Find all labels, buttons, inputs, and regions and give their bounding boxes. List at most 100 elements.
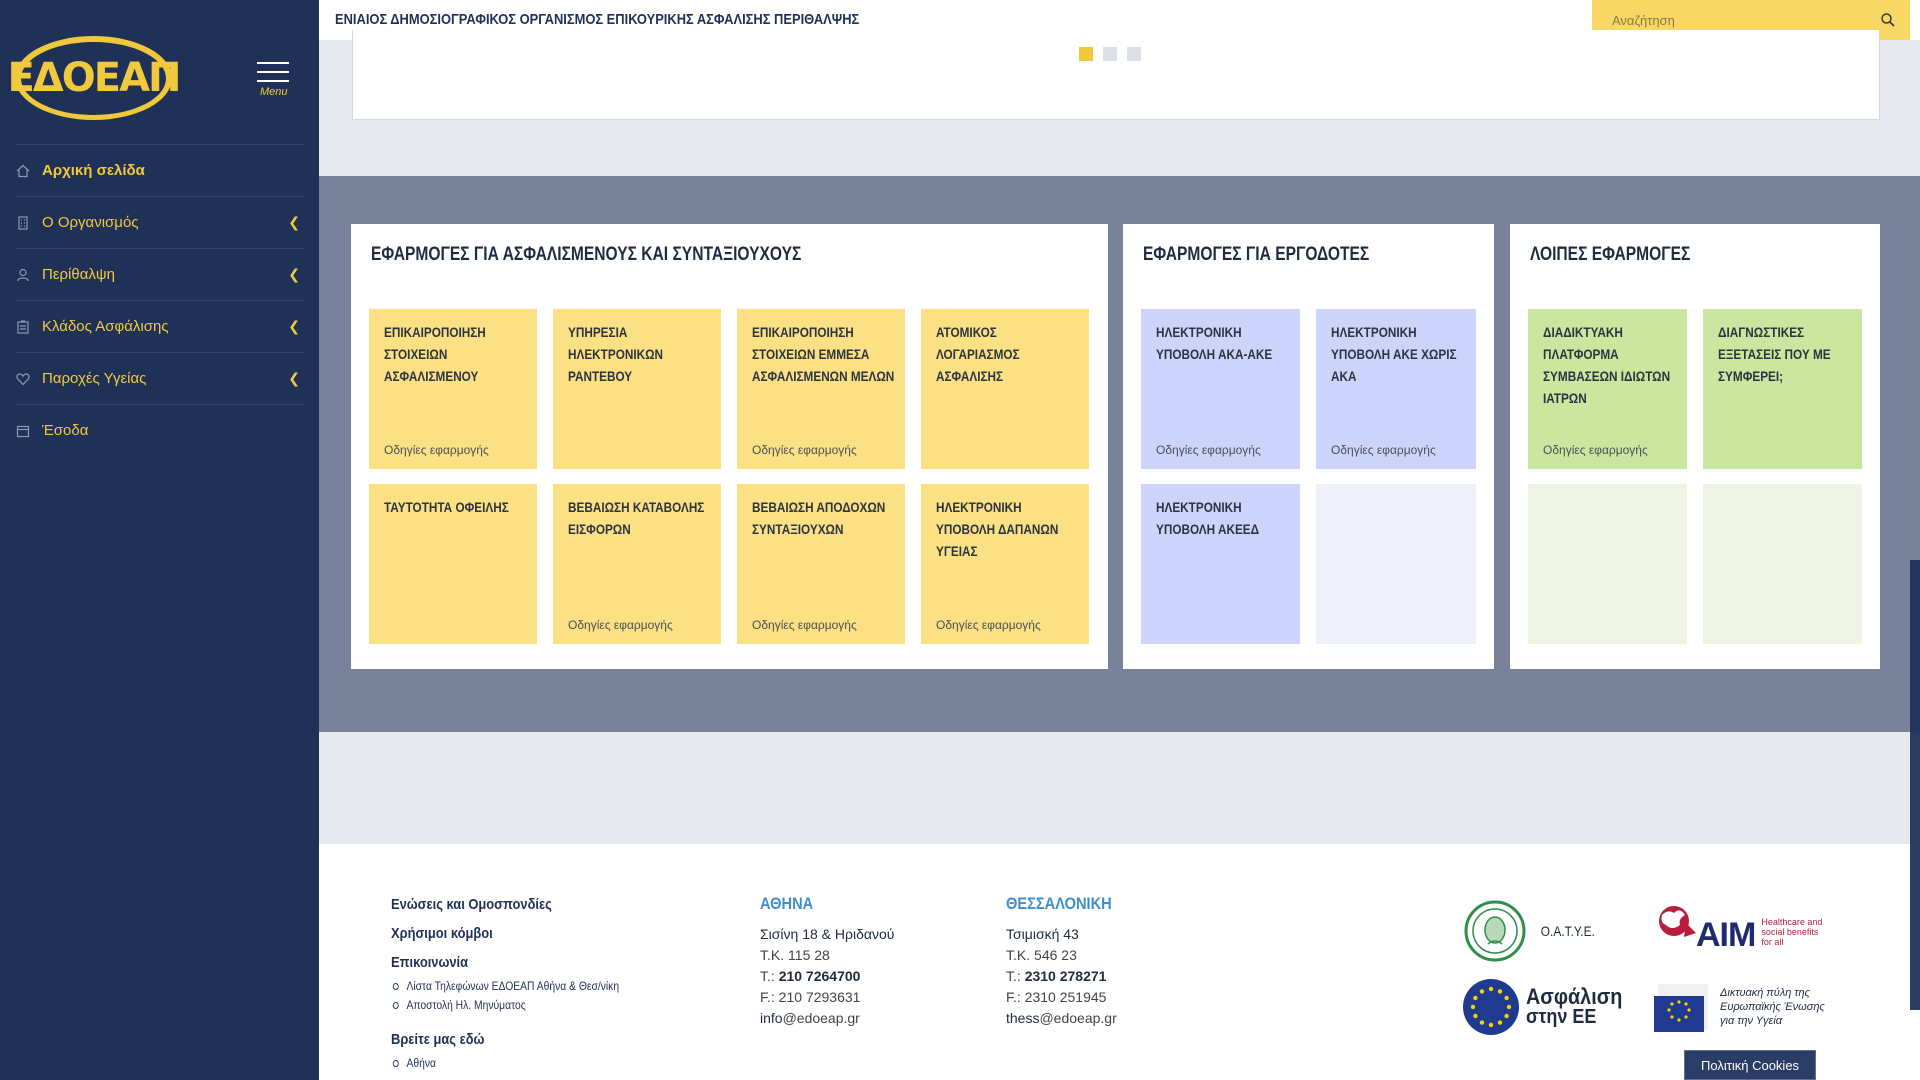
eu-health-portal-link[interactable]: Δικτυακή πύλη της Ευρωπαϊκής Ένωσης για … bbox=[1654, 980, 1825, 1034]
city-title: ΘΕΣΣΑΛΟΝΙΚΗ bbox=[1006, 894, 1112, 913]
sidebar-item-care[interactable]: Περίθαλψη ❮ bbox=[16, 248, 304, 300]
menu-label: Menu bbox=[260, 86, 288, 98]
eu-insurance-line: στην ΕΕ bbox=[1526, 1006, 1597, 1028]
aim-partner-link[interactable]: AIM Healthcare and social benefits for a… bbox=[1654, 898, 1822, 955]
slider-dot[interactable] bbox=[1127, 47, 1141, 61]
app-tile[interactable]: ΕΠΙΚΑΙΡΟΠΟΙΗΣΗ ΣΤΟΙΧΕΙΩΝ ΑΣΦΑΛΙΣΜΕΝΟΥ Οδ… bbox=[369, 309, 537, 469]
app-tile[interactable]: ΔΙΑΔΙΚΤΥΑΚΗ ΠΛΑΤΦΟΡΜΑ ΣΥΜΒΑΣΕΩΝ ΙΔΙΩΤΩΝ … bbox=[1528, 309, 1687, 469]
page-scrollbar[interactable] bbox=[1910, 560, 1920, 1010]
sidebar-item-label: Κλάδος Ασφάλισης bbox=[42, 318, 169, 335]
employers-apps-panel: ΕΦΑΡΜΟΓΕΣ ΓΙΑ ΕΡΓΟΔΟΤΕΣ ΗΛΕΚΤΡΟΝΙΚΗ ΥΠΟΒ… bbox=[1123, 224, 1494, 669]
tile-instructions-link[interactable]: Οδηγίες εφαρμογής bbox=[384, 443, 489, 457]
phone: Τ.: 2310 278271 bbox=[1006, 966, 1129, 987]
tile-instructions-link[interactable]: Οδηγίες εφαρμογής bbox=[752, 618, 857, 632]
footer-link-find-us[interactable]: Βρείτε μας εδώ bbox=[391, 1031, 619, 1048]
eu-insurance-label: Ασφάλιση στην ΕΕ bbox=[1526, 984, 1623, 1028]
app-tile[interactable]: ΔΙΑΓΝΩΣΤΙΚΕΣ ΕΞΕΤΑΣΕΙΣ ΠΟΥ ΜΕ ΣΥΜΦΕΡΕΙ; bbox=[1703, 309, 1862, 469]
tk-prefix: Τ.Κ. bbox=[1006, 947, 1035, 963]
sidebar-item-organization[interactable]: Ο Οργανισμός ❮ bbox=[16, 196, 304, 248]
sidebar-item-label: Περίθαλψη bbox=[42, 266, 115, 283]
sidebar-item-label: Παροχές Υγείας bbox=[42, 370, 147, 387]
oatye-label: Ο.Α.Τ.Υ.Ε. bbox=[1540, 923, 1595, 939]
thessaloniki-contact: ΘΕΣΣΑΛΟΝΙΚΗ Τσιμισκή 43 Τ.Κ. 546 23 Τ.: … bbox=[1006, 894, 1129, 1029]
cookies-policy-button[interactable]: Πολιτική Cookies bbox=[1684, 1050, 1816, 1080]
phone: Τ.: 210 7264700 bbox=[760, 966, 894, 987]
app-tile[interactable]: ΗΛΕΚΤΡΟΝΙΚΗ ΥΠΟΒΟΛΗ ΑΚΑ-ΑΚΕ Οδηγίες εφαρ… bbox=[1141, 309, 1300, 469]
app-tile[interactable]: ΗΛΕΚΤΡΟΝΙΚΗ ΥΠΟΒΟΛΗ ΑΚΕΕΔ bbox=[1141, 484, 1300, 644]
aim-tagline: Healthcare and social benefits for all bbox=[1761, 917, 1822, 947]
email-user: thess bbox=[1006, 1010, 1040, 1026]
other-apps-panel: ΛΟΙΠΕΣ ΕΦΑΡΜΟΓΕΣ ΔΙΑΔΙΚΤΥΑΚΗ ΠΛΑΤΦΟΡΜΑ Σ… bbox=[1510, 224, 1880, 669]
aim-tagline-line: for all bbox=[1761, 936, 1784, 947]
search-icon[interactable] bbox=[1880, 12, 1896, 28]
tile-title: ΑΤΟΜΙΚΟΣ ΛΟΓΑΡΙΑΣΜΟΣ ΑΣΦΑΛΙΣΗΣ bbox=[936, 324, 1020, 384]
sidebar-item-revenue[interactable]: Έσοδα bbox=[16, 404, 304, 456]
sidebar-item-home[interactable]: Αρχική σελίδα bbox=[16, 144, 304, 196]
sidebar-nav: Αρχική σελίδα Ο Οργανισμός ❮ Περίθαλψη ❮… bbox=[16, 144, 304, 456]
app-tile[interactable]: ΤΑΥΤΟΤΗΤΑ ΟΦΕΙΛΗΣ bbox=[369, 484, 537, 644]
heart-icon bbox=[16, 372, 40, 386]
hamburger-icon bbox=[257, 62, 289, 64]
footer-link-phone-list[interactable]: Λίστα Τηλεφώνων ΕΔΟΕΑΠ Αθήνα & Θεσ/νίκη bbox=[391, 977, 619, 996]
sidebar-item-health-benefits[interactable]: Παροχές Υγείας ❮ bbox=[16, 352, 304, 404]
calendar-icon bbox=[16, 424, 40, 438]
tk-value: 115 28 bbox=[788, 947, 830, 963]
app-tile[interactable]: ΗΛΕΚΤΡΟΝΙΚΗ ΥΠΟΒΟΛΗ ΑΚΕ ΧΩΡΙΣ ΑΚΑ Οδηγίε… bbox=[1316, 309, 1476, 469]
slider-dots bbox=[1079, 47, 1141, 61]
fax-prefix: F.: bbox=[1006, 989, 1025, 1005]
tile-instructions-link[interactable]: Οδηγίες εφαρμογής bbox=[752, 443, 857, 457]
footer-link-send-message[interactable]: Αποστολή Ηλ. Μηνύματος bbox=[391, 996, 619, 1015]
chevron-left-icon: ❮ bbox=[288, 266, 300, 282]
app-tile[interactable]: ΕΠΙΚΑΙΡΟΠΟΙΗΣΗ ΣΤΟΙΧΕΙΩΝ ΕΜΜΕΣΑ ΑΣΦΑΛΙΣΜ… bbox=[737, 309, 905, 469]
app-tile[interactable]: ΒΕΒΑΙΩΣΗ ΑΠΟΔΟΧΩΝ ΣΥΝΤΑΞΙΟΥΧΩΝ Οδηγίες ε… bbox=[737, 484, 905, 644]
panel-title: ΛΟΙΠΕΣ ΕΦΑΡΜΟΓΕΣ bbox=[1530, 244, 1691, 265]
tel-prefix: Τ.: bbox=[1006, 968, 1025, 984]
fax-prefix: F.: bbox=[760, 989, 779, 1005]
logo-text: ΕΔΟΕΑΠ bbox=[7, 55, 181, 101]
app-tile[interactable]: ΒΕΒΑΙΩΣΗ ΚΑΤΑΒΟΛΗΣ ΕΙΣΦΟΡΩΝ Οδηγίες εφαρ… bbox=[553, 484, 721, 644]
footer-link-athens[interactable]: Αθήνα bbox=[391, 1054, 619, 1073]
app-tile[interactable]: ΥΠΗΡΕΣΙΑ ΗΛΕΚΤΡΟΝΙΚΩΝ ΡΑΝΤΕΒΟΥ bbox=[553, 309, 721, 469]
app-tile[interactable]: ΗΛΕΚΤΡΟΝΙΚΗ ΥΠΟΒΟΛΗ ΔΑΠΑΝΩΝ ΥΓΕΙΑΣ Οδηγί… bbox=[921, 484, 1089, 644]
app-tile[interactable]: ΑΤΟΜΙΚΟΣ ΛΟΓΑΡΙΑΣΜΟΣ ΑΣΦΑΛΙΣΗΣ bbox=[921, 309, 1089, 469]
tel-value[interactable]: 210 7264700 bbox=[779, 968, 861, 984]
slider-card bbox=[352, 30, 1880, 120]
user-icon bbox=[16, 268, 40, 282]
tile-title: ΤΑΥΤΟΤΗΤΑ ΟΦΕΙΛΗΣ bbox=[384, 499, 509, 515]
fax-value: 210 7293631 bbox=[778, 989, 861, 1005]
fax: F.: 210 7293631 bbox=[760, 987, 894, 1008]
sidebar-item-insurance[interactable]: Κλάδος Ασφάλισης ❮ bbox=[16, 300, 304, 352]
tk-prefix: Τ.Κ. bbox=[760, 947, 789, 963]
tile-title: ΒΕΒΑΙΩΣΗ ΚΑΤΑΒΟΛΗΣ ΕΙΣΦΟΡΩΝ bbox=[568, 499, 705, 537]
footer-link-contact[interactable]: Επικοινωνία bbox=[391, 954, 619, 971]
oatye-partner-link[interactable]: Ο.Α.Τ.Υ.Ε. bbox=[1464, 900, 1600, 962]
panel-title: ΕΦΑΡΜΟΓΕΣ ΓΙΑ ΑΣΦΑΛΙΣΜΕΝΟΥΣ ΚΑΙ ΣΥΝΤΑΞΙΟ… bbox=[371, 244, 802, 265]
insured-apps-panel: ΕΦΑΡΜΟΓΕΣ ΓΙΑ ΑΣΦΑΛΙΣΜΕΝΟΥΣ ΚΑΙ ΣΥΝΤΑΞΙΟ… bbox=[351, 224, 1108, 669]
tile-instructions-link[interactable]: Οδηγίες εφαρμογής bbox=[568, 618, 673, 632]
tile-instructions-link[interactable]: Οδηγίες εφαρμογής bbox=[1331, 443, 1436, 457]
tile-title: ΥΠΗΡΕΣΙΑ ΗΛΕΚΤΡΟΝΙΚΩΝ ΡΑΝΤΕΒΟΥ bbox=[568, 324, 664, 384]
edoeap-logo[interactable]: ΕΔΟΕΑΠ bbox=[7, 36, 182, 120]
footer-link-unions[interactable]: Ενώσεις και Ομοσπονδίες bbox=[391, 896, 619, 913]
tile-instructions-link[interactable]: Οδηγίες εφαρμογής bbox=[936, 618, 1041, 632]
footer: Ενώσεις και Ομοσπονδίες Χρήσιμοι κόμβοι … bbox=[319, 844, 1920, 1080]
city-title: ΑΘΗΝΑ bbox=[760, 894, 814, 913]
slider-dot[interactable] bbox=[1079, 47, 1093, 61]
tel-value[interactable]: 2310 278271 bbox=[1025, 968, 1107, 984]
email-link[interactable]: thess@edoeap.gr bbox=[1006, 1008, 1129, 1029]
eu-insurance-partner-link[interactable]: Ασφάλιση στην ΕΕ bbox=[1462, 978, 1633, 1036]
eu-insurance-line: Ασφάλιση bbox=[1526, 984, 1623, 1009]
sidebar: ΕΔΟΕΑΠ Menu Αρχική σελίδα Ο Οργανισμός ❮… bbox=[0, 0, 319, 1080]
hamburger-icon-bar bbox=[257, 71, 289, 73]
menu-toggle-button[interactable]: Menu bbox=[257, 62, 293, 102]
aim-tagline-line: Healthcare and bbox=[1761, 916, 1823, 927]
eu-stars-icon bbox=[1463, 979, 1519, 1035]
tile-instructions-link[interactable]: Οδηγίες εφαρμογής bbox=[1543, 443, 1648, 457]
search-input[interactable] bbox=[1592, 12, 1852, 28]
tile-title: ΔΙΑΔΙΚΤΥΑΚΗ ΠΛΑΤΦΟΡΜΑ ΣΥΜΒΑΣΕΩΝ ΙΔΙΩΤΩΝ … bbox=[1543, 324, 1671, 406]
slider-dot[interactable] bbox=[1103, 47, 1117, 61]
tile-instructions-link[interactable]: Οδηγίες εφαρμογής bbox=[1156, 443, 1261, 457]
email-link[interactable]: info@edoeap.gr bbox=[760, 1008, 894, 1029]
tile-title: ΗΛΕΚΤΡΟΝΙΚΗ ΥΠΟΒΟΛΗ ΑΚΑ-ΑΚΕ bbox=[1156, 324, 1273, 362]
footer-link-useful-nodes[interactable]: Χρήσιμοι κόμβοι bbox=[391, 925, 619, 942]
